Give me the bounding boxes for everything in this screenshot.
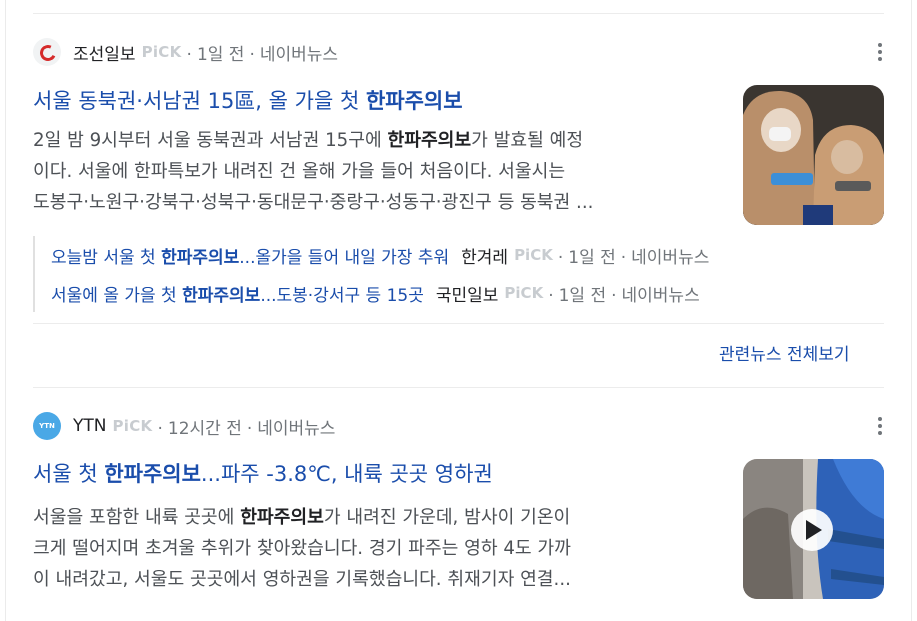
divider-articles xyxy=(33,387,884,388)
related-press: 국민일보 xyxy=(435,285,499,306)
snippet-line: 크게 떨어지며 초겨울 추위가 찾아왔습니다. 경기 파주는 영하 4도 가까 xyxy=(33,538,571,559)
pick-badge: PiCK xyxy=(504,284,544,302)
thumbnail-photo xyxy=(743,85,884,225)
article-2-source-row[interactable]: YTN YTN PiCK · 12시간 전 · 네이버뉴스 xyxy=(33,411,335,441)
headline-highlight: 한파주의보 xyxy=(104,462,201,486)
related-news: 오늘밤 서울 첫 한파주의보...올가을 들어 내일 가장 추워 한겨레 PiC… xyxy=(33,236,725,312)
related-item[interactable]: 서울에 올 가을 첫 한파주의보...도봉·강서구 등 15곳 국민일보 PiC… xyxy=(51,278,700,308)
pick-badge: PiCK xyxy=(112,417,153,435)
related-press: 한겨레 xyxy=(461,247,509,268)
snippet-line: 2일 밤 9시부터 서울 동북권과 서남권 15구에 한파주의보가 발효될 예정 xyxy=(33,130,584,151)
headline-text: 서울 첫 xyxy=(33,462,105,486)
more-options-icon[interactable] xyxy=(872,414,888,438)
press-name: 조선일보 xyxy=(73,44,136,65)
article-1-source-row[interactable]: 조선일보 PiCK · 1일 전 · 네이버뉴스 xyxy=(33,37,338,67)
headline-highlight: 한파주의보 xyxy=(365,89,463,113)
divider-related xyxy=(33,323,884,324)
pick-badge: PiCK xyxy=(514,246,553,264)
headline-text: 서울 동북권·서남권 15區, 올 가을 첫 xyxy=(33,89,366,113)
article-meta: · 1일 전 · 네이버뉴스 xyxy=(186,44,339,65)
more-options-icon[interactable] xyxy=(872,40,888,64)
card-border-left xyxy=(5,0,6,621)
snippet-line: 도봉구·노원구·강북구·성북구·동대문구·중랑구·성동구·광진구 등 동북권 .… xyxy=(33,192,594,213)
related-meta: · 1일 전 · 네이버뉴스 xyxy=(557,247,710,268)
related-item-title[interactable]: 오늘밤 서울 첫 한파주의보...올가을 들어 내일 가장 추워 xyxy=(51,243,449,268)
article-time: 12시간 전 xyxy=(167,418,242,439)
related-item[interactable]: 오늘밤 서울 첫 한파주의보...올가을 들어 내일 가장 추워 한겨레 PiC… xyxy=(51,240,709,270)
ytn-logo-icon: YTN xyxy=(33,412,61,440)
divider-top xyxy=(33,13,884,14)
article-source: 네이버뉴스 xyxy=(259,44,339,65)
article-source: 네이버뉴스 xyxy=(257,418,336,439)
article-1-snippet: 2일 밤 9시부터 서울 동북권과 서남권 15구에 한파주의보가 발효될 예정… xyxy=(33,125,733,218)
card-border-right xyxy=(911,0,912,621)
pick-badge: PiCK xyxy=(141,43,182,61)
snippet-line: 이 내려갔고, 서울도 곳곳에서 영하권을 기록했습니다. 취재기자 연결... xyxy=(33,569,571,590)
article-1-headline[interactable]: 서울 동북권·서남권 15區, 올 가을 첫 한파주의보 xyxy=(33,86,463,116)
play-icon[interactable] xyxy=(791,509,833,551)
article-2-video-thumbnail[interactable] xyxy=(743,459,884,599)
snippet-line: 이다. 서울에 한파특보가 내려진 건 올해 가을 들어 처음이다. 서울시는 xyxy=(33,161,566,182)
article-2-headline[interactable]: 서울 첫 한파주의보...파주 -3.8℃, 내륙 곳곳 영하권 xyxy=(33,459,493,489)
article-meta: · 12시간 전 · 네이버뉴스 xyxy=(157,418,336,439)
view-all-related-link[interactable]: 관련뉴스 전체보기 xyxy=(719,340,850,365)
related-item-title[interactable]: 서울에 올 가을 첫 한파주의보...도봉·강서구 등 15곳 xyxy=(51,281,424,306)
headline-text-after: ...파주 -3.8℃, 내륙 곳곳 영하권 xyxy=(200,462,493,486)
press-name: YTN xyxy=(73,416,107,436)
snippet-line: 서울을 포함한 내륙 곳곳에 한파주의보가 내려진 가운데, 밤사이 기온이 xyxy=(33,507,571,528)
article-time: 1일 전 xyxy=(196,44,245,65)
article-1-thumbnail[interactable] xyxy=(743,85,884,225)
chosun-logo-icon xyxy=(33,38,61,66)
article-2-snippet: 서울을 포함한 내륙 곳곳에 한파주의보가 내려진 가운데, 밤사이 기온이 크… xyxy=(33,502,733,595)
related-meta: · 1일 전 · 네이버뉴스 xyxy=(548,285,700,306)
